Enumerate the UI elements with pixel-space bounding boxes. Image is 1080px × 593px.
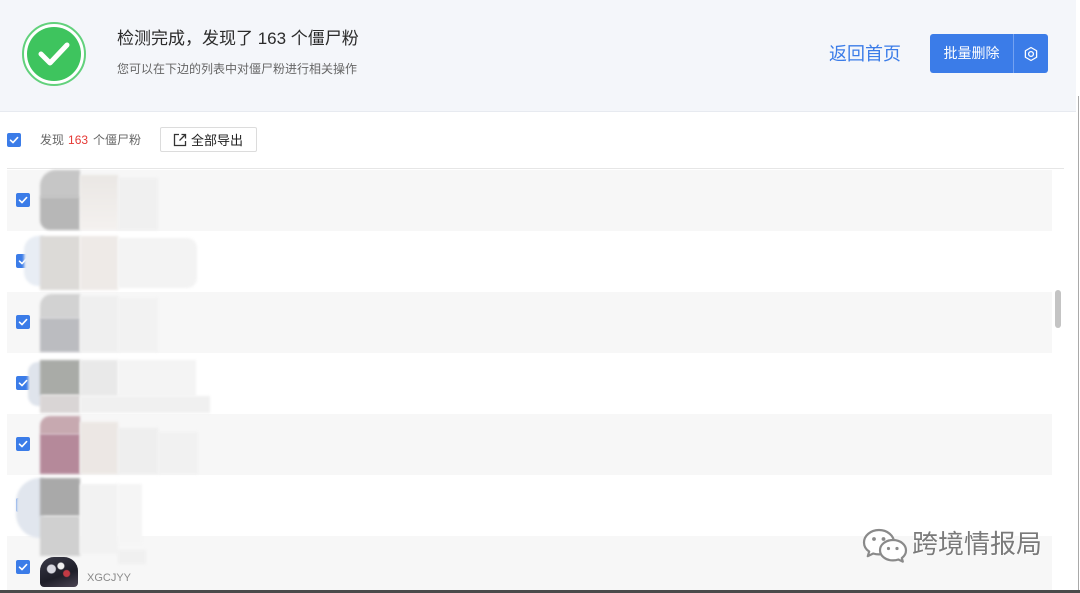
row-checkbox[interactable]	[16, 437, 30, 451]
scrollbar-thumb[interactable]	[1055, 290, 1061, 328]
found-suffix: 个僵尸粉	[93, 133, 142, 147]
export-all-button[interactable]: 全部导出	[160, 127, 257, 152]
batch-delete-button[interactable]: 批量删除	[930, 34, 1013, 73]
result-subtitle: 您可以在下边的列表中对僵尸粉进行相关操作	[117, 62, 358, 76]
select-all-checkbox[interactable]	[7, 133, 21, 147]
result-header: 检测完成，发现了 163 个僵尸粉 您可以在下边的列表中对僵尸粉进行相关操作 返…	[0, 0, 1076, 112]
user-handle: XGCJYY	[87, 572, 132, 584]
export-all-label: 全部导出	[191, 133, 244, 148]
blurred-name	[118, 428, 158, 474]
blurred-name	[80, 422, 118, 474]
list-item[interactable]	[7, 170, 1052, 231]
found-count: 163	[68, 133, 89, 147]
checkmark-icon	[18, 318, 28, 326]
blurred-name	[158, 432, 198, 474]
blurred-name	[80, 296, 118, 352]
blurred-avatar	[40, 294, 80, 318]
found-count-text: 发现 163 个僵尸粉	[40, 132, 141, 148]
blurred-avatar	[40, 395, 80, 413]
row-checkbox[interactable]	[16, 193, 30, 207]
row-checkbox[interactable]	[16, 560, 30, 574]
wechat-icon	[862, 528, 908, 563]
blurred-name	[118, 178, 158, 230]
checkmark-icon	[9, 136, 19, 144]
blurred-name	[118, 484, 142, 544]
blurred-name	[80, 484, 118, 554]
watermark-text: 跨境情报局	[912, 529, 1043, 559]
blurred-name	[118, 298, 158, 352]
row-checkbox[interactable]	[16, 315, 30, 329]
back-home-link[interactable]: 返回首页	[829, 42, 901, 66]
checkmark-icon	[18, 379, 28, 387]
settings-button[interactable]	[1014, 34, 1048, 73]
blurred-avatar	[40, 434, 80, 474]
checkmark-icon	[18, 196, 28, 204]
checkmark-icon	[18, 563, 28, 571]
avatar	[40, 557, 78, 587]
list-item[interactable]	[7, 292, 1052, 353]
blurred-name	[118, 360, 196, 396]
blurred-name	[80, 236, 118, 290]
external-link-icon	[173, 133, 187, 146]
blurred-name	[80, 396, 210, 413]
checkmark-icon	[18, 440, 28, 448]
blurred-avatar	[40, 516, 80, 556]
blurred-avatar	[40, 416, 80, 434]
blurred-avatar	[40, 478, 80, 516]
found-prefix: 发现	[40, 133, 65, 147]
divider	[7, 168, 1064, 169]
blurred-name	[118, 550, 146, 564]
blurred-avatar	[40, 170, 80, 198]
blurred-avatar	[40, 236, 80, 290]
window-edge	[1078, 96, 1079, 591]
blurred-avatar	[40, 197, 80, 230]
gear-icon	[1024, 46, 1038, 61]
blurred-name	[80, 360, 118, 396]
result-title: 检测完成，发现了 163 个僵尸粉	[117, 29, 359, 48]
batch-delete-button-group: 批量删除	[930, 34, 1048, 73]
blurred-name	[118, 238, 197, 288]
blurred-avatar	[40, 318, 80, 352]
blurred-avatar	[40, 360, 80, 395]
blurred-name	[80, 175, 118, 230]
check-circle-icon	[22, 22, 86, 86]
